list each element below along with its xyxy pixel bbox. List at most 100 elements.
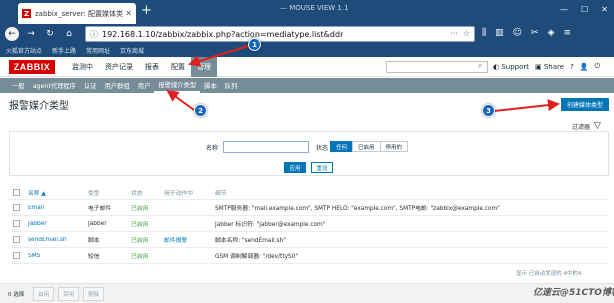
row-checkbox[interactable] <box>13 204 20 211</box>
filter-tab[interactable]: 过滤器 ▽ <box>572 121 601 131</box>
bookmark-item[interactable]: 火狐官方站点 <box>6 46 42 55</box>
header-name[interactable]: 名称 ▲ <box>28 188 83 197</box>
status-toggle[interactable]: 已启用 <box>131 219 161 228</box>
submenu-scripts[interactable]: 脚本 <box>200 78 221 93</box>
support-link[interactable]: ◐ Support <box>493 63 529 71</box>
status-any-option[interactable]: 任何 <box>330 141 354 152</box>
main-menu: 监测中 资产记录 报表 配置 管理 <box>66 57 217 77</box>
media-name-link[interactable]: SMS <box>28 253 83 259</box>
apply-button[interactable]: 应用 <box>284 162 306 173</box>
table-row: SMS 短信 已启用 GSM 调制解调器: "/dev/ttyS0" <box>9 248 609 264</box>
row-checkbox[interactable] <box>13 236 20 243</box>
submenu-authentication[interactable]: 认证 <box>80 78 101 93</box>
status-toggle[interactable]: 已启用 <box>131 235 161 244</box>
bookmark-item[interactable]: 常用网址 <box>86 46 110 55</box>
table-row: Email 电子邮件 已启用 SMTP服务器: "mail.example.co… <box>9 200 609 216</box>
bookmark-item[interactable]: 京东商城 <box>120 46 144 55</box>
status-disabled-option[interactable]: 停用的 <box>379 141 409 152</box>
window-title: — MOUSE VIEW 1.1 <box>280 4 349 12</box>
search-input[interactable] <box>386 61 488 73</box>
share-link[interactable]: ▣ Share <box>535 63 564 71</box>
minimize-icon[interactable]: — <box>560 5 568 14</box>
used-in-actions-link[interactable]: 邮件报警 <box>164 235 209 244</box>
logout-icon[interactable]: ⏻ <box>595 62 601 71</box>
menu-reports[interactable]: 报表 <box>139 57 165 77</box>
selected-count: 0 选择 <box>8 291 25 298</box>
submenu-users[interactable]: 用户 <box>134 78 155 93</box>
step-badge-1: 1 <box>248 38 261 51</box>
forward-arrow-icon[interactable]: → <box>24 27 38 41</box>
browser-tab-bar: Z zabbix_server: 配置媒体类型 ✕ + — MOUSE VIEW… <box>0 0 614 24</box>
status-enabled-option[interactable]: 已启用 <box>352 141 381 152</box>
name-filter-input[interactable] <box>223 141 309 153</box>
mass-action-bar: 0 选择 启用 禁用 删除 <box>0 283 614 303</box>
bookmark-star-icon[interactable]: ☆ <box>463 29 470 38</box>
header-status: 状态 <box>131 191 143 197</box>
status-filter: 任何 已启用 停用的 <box>330 141 409 152</box>
delete-button[interactable]: 删除 <box>83 286 105 301</box>
table-row: Jabber Jabber 已启用 Jabber 标识符: "jabber@ex… <box>9 216 609 232</box>
home-icon[interactable]: ⌂ <box>62 27 76 41</box>
media-name-link[interactable]: sendEmail.sh <box>28 237 83 243</box>
menu-inventory[interactable]: 资产记录 <box>99 57 139 77</box>
arrow-2 <box>166 89 195 111</box>
submenu-queue[interactable]: 队列 <box>221 78 242 93</box>
media-type: 电子邮件 <box>88 206 112 212</box>
table-header: 名称 ▲ 类型 状态 用于动作中 细节 <box>9 186 609 200</box>
submenu-media-types[interactable]: 报警媒介类型 <box>154 78 201 93</box>
filter-panel: 名称 状态 任何 已启用 停用的 应用 重设 <box>9 131 609 176</box>
search-icon[interactable]: ⌕ <box>478 61 482 71</box>
step-badge-3: 3 <box>482 104 495 117</box>
media-type: 脚本 <box>88 238 100 244</box>
back-arrow-icon[interactable]: ← <box>5 27 19 41</box>
more-icon[interactable]: ··· <box>450 29 458 38</box>
close-icon[interactable]: ✕ <box>125 9 132 18</box>
bookmarks-bar: 火狐官方站点 新手上路 常用网址 京东商城 <box>0 44 614 57</box>
menu-monitoring[interactable]: 监测中 <box>66 57 99 77</box>
zabbix-logo[interactable]: ZABBIX <box>9 60 55 74</box>
bookmark-item[interactable]: 新手上路 <box>52 46 76 55</box>
info-icon[interactable]: ⓘ <box>90 29 98 40</box>
row-checkbox[interactable] <box>13 220 20 227</box>
share-label: Share <box>543 62 565 71</box>
toolbar-icons: ⫼ ▥ ☺ ✂ ◈ ≡ <box>482 28 571 38</box>
screenshot-icon[interactable]: ✂ <box>531 28 539 38</box>
media-type: Jabber <box>88 220 107 227</box>
extension-icon[interactable]: ◈ <box>548 28 555 38</box>
header-used-in-actions: 用于动作中 <box>164 191 193 197</box>
library-icon[interactable]: ⫼ <box>482 28 486 38</box>
url-text: 192.168.1.10/zabbix/zabbix.php?action=me… <box>102 29 344 39</box>
maximize-icon[interactable]: ☐ <box>581 5 588 14</box>
status-toggle[interactable]: 已启用 <box>131 251 161 260</box>
media-name-link[interactable]: Jabber <box>28 221 83 227</box>
submenu-general[interactable]: 一般 <box>8 78 29 93</box>
header-details: 细节 <box>215 191 227 197</box>
url-field[interactable]: ⓘ 192.168.1.10/zabbix/zabbix.php?action=… <box>85 26 475 42</box>
account-icon[interactable]: ☺ <box>513 28 522 38</box>
browser-tab[interactable]: Z zabbix_server: 配置媒体类型 ✕ <box>18 3 136 24</box>
enable-button[interactable]: 启用 <box>33 286 55 301</box>
help-icon[interactable]: ? <box>570 63 574 71</box>
url-actions: ··· ☆ <box>450 29 470 38</box>
menu-configuration[interactable]: 配置 <box>165 57 191 77</box>
create-media-type-button[interactable]: 创建媒体类型 <box>561 98 609 111</box>
media-details: GSM 调制解调器: "/dev/ttyS0" <box>215 254 299 260</box>
select-all-checkbox[interactable] <box>13 189 20 196</box>
sub-menu: 一般 agent代理程序 认证 用户群组 用户 报警媒介类型 脚本 队列 <box>0 78 614 93</box>
reload-icon[interactable]: ↻ <box>43 27 57 41</box>
menu-administration[interactable]: 管理 <box>191 57 217 77</box>
menu-icon[interactable]: ≡ <box>564 28 572 38</box>
sidebar-icon[interactable]: ▥ <box>495 28 504 38</box>
reset-button[interactable]: 重设 <box>311 162 333 173</box>
status-toggle[interactable]: 已启用 <box>131 203 161 212</box>
row-checkbox[interactable] <box>13 252 20 259</box>
user-icon[interactable]: 👤 <box>580 63 589 71</box>
filter-tab-label: 过滤器 <box>572 123 591 131</box>
disable-button[interactable]: 禁用 <box>58 286 80 301</box>
new-tab-icon[interactable]: + <box>141 4 152 18</box>
submenu-user-groups[interactable]: 用户群组 <box>101 78 134 93</box>
close-window-icon[interactable]: ✕ <box>601 5 608 14</box>
submenu-proxies[interactable]: agent代理程序 <box>29 78 80 93</box>
tab-title: zabbix_server: 配置媒体类型 <box>35 9 124 18</box>
media-name-link[interactable]: Email <box>28 205 83 211</box>
